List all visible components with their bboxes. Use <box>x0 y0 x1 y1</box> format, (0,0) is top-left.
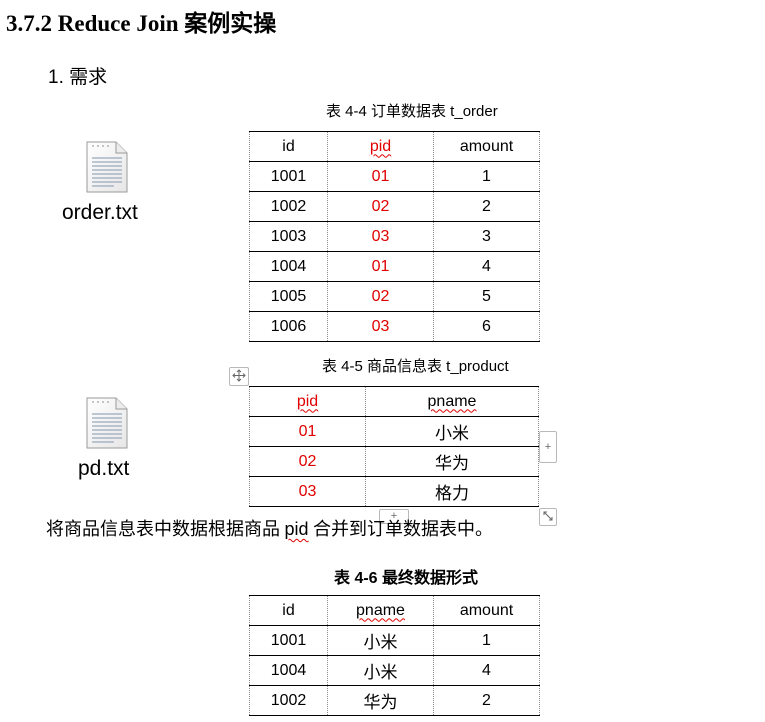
table-cell: 5 <box>433 281 540 312</box>
table-cell: 小米 <box>327 655 434 686</box>
final-table: id pname amount 1001 小米 1 1004 小米 4 1002 华为 2 <box>249 595 540 716</box>
final-table-caption: 表 4-6 最终数据形式 <box>334 570 479 587</box>
table-row: 1004 01 4 <box>249 251 540 282</box>
table-cell: 02 <box>327 281 434 312</box>
product-file-label[interactable]: pd.txt <box>78 457 129 481</box>
table-row: 1001 小米 1 <box>249 625 540 656</box>
table-row: 01 小米 <box>249 416 539 447</box>
product-table: pid pname 01 小米 02 华为 03 格力 <box>249 386 539 507</box>
table-cell: 1005 <box>249 281 328 312</box>
table-cell: 2 <box>433 685 540 716</box>
table-cell: 1006 <box>249 311 328 342</box>
table-cell: 01 <box>327 161 434 192</box>
instruction-keyword: pid <box>284 519 309 539</box>
table-cell: 小米 <box>365 416 539 447</box>
table-cell: 1002 <box>249 685 328 716</box>
order-table: id pid amount 1001 01 1 1002 02 2 1003 03 3 10… <box>249 131 540 342</box>
header-cell: amount <box>433 595 540 626</box>
table-row: 1004 小米 4 <box>249 655 540 686</box>
instruction-text-part: 将商品信息表中数据根据商品 <box>46 519 285 539</box>
header-cell: id <box>249 595 328 626</box>
table-cell: 1 <box>433 161 540 192</box>
add-column-icon[interactable]: + <box>539 431 557 463</box>
header-cell: pid <box>369 137 392 155</box>
table-cell: 03 <box>327 311 434 342</box>
table-cell: 1001 <box>249 625 328 656</box>
header-cell: id <box>249 131 328 162</box>
table-cell: 1004 <box>249 251 328 282</box>
table-cell: 1 <box>433 625 540 656</box>
table-row: 1002 02 2 <box>249 191 540 222</box>
table-cell: 华为 <box>365 446 539 477</box>
table-row: 03 格力 <box>249 476 539 507</box>
table-cell: 1003 <box>249 221 328 252</box>
table-cell: 03 <box>327 221 434 252</box>
instruction-text-part: 合并到订单数据表中。 <box>308 519 494 539</box>
table-cell: 02 <box>327 191 434 222</box>
table-cell: 2 <box>433 191 540 222</box>
table-header-row: id pid amount <box>249 131 540 162</box>
order-table-caption: 表 4-4 订单数据表 t_order <box>326 103 498 120</box>
table-row: 1002 华为 2 <box>249 685 540 716</box>
header-cell: pname <box>427 392 477 410</box>
table-cell: 1002 <box>249 191 328 222</box>
product-table-caption: 表 4-5 商品信息表 t_product <box>322 358 509 375</box>
table-cell: 华为 <box>327 685 434 716</box>
table-header-row: pid pname <box>249 386 539 417</box>
table-cell: 4 <box>433 655 540 686</box>
move-handle-icon[interactable] <box>229 367 249 386</box>
requirement-label: 1. 需求 <box>48 67 108 88</box>
table-row: 1001 01 1 <box>249 161 540 192</box>
header-cell: pid <box>296 392 319 410</box>
table-row: 02 华为 <box>249 446 539 477</box>
header-cell: pname <box>356 601 405 619</box>
table-cell: 3 <box>433 221 540 252</box>
table-row: 1005 02 5 <box>249 281 540 312</box>
table-cell: 6 <box>433 311 540 342</box>
header-cell: amount <box>433 131 540 162</box>
table-cell: 1001 <box>249 161 328 192</box>
table-cell: 02 <box>249 446 366 477</box>
table-cell: 小米 <box>327 625 434 656</box>
text-file-icon[interactable] <box>86 141 128 193</box>
order-file-label[interactable]: order.txt <box>62 201 138 225</box>
table-cell: 1004 <box>249 655 328 686</box>
table-row: 1003 03 3 <box>249 221 540 252</box>
table-cell: 01 <box>249 416 366 447</box>
table-cell: 格力 <box>365 476 539 507</box>
text-file-icon[interactable] <box>86 397 128 449</box>
section-heading: 3.7.2 Reduce Join 案例实操 <box>6 11 277 36</box>
resize-handle-icon[interactable] <box>539 508 557 526</box>
instruction-text: 将商品信息表中数据根据商品 pid 合并到订单数据表中。 <box>46 515 493 541</box>
table-cell: 01 <box>327 251 434 282</box>
table-header-row: id pname amount <box>249 595 540 626</box>
table-cell: 4 <box>433 251 540 282</box>
table-row: 1006 03 6 <box>249 311 540 342</box>
table-cell: 03 <box>249 476 366 507</box>
